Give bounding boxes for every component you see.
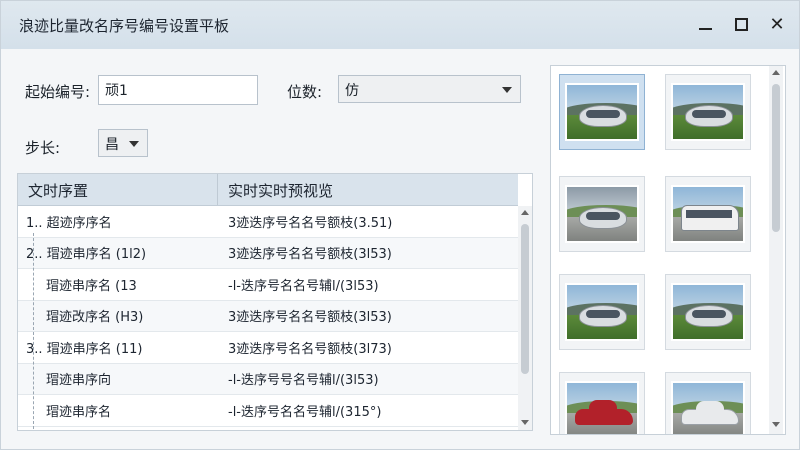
thumbnail-item[interactable] bbox=[665, 372, 751, 434]
thumbnail-item[interactable] bbox=[559, 274, 645, 350]
thumbnail-image bbox=[565, 185, 639, 243]
digits-select[interactable]: 仿 bbox=[338, 75, 521, 103]
maximize-button[interactable] bbox=[727, 11, 755, 37]
dialog-window: 浪迹比量改名序号编号设置平板 ✕ 起始编号: 顽1 位数: 仿 步长: 昌 文时… bbox=[0, 0, 800, 450]
row-original-name: 2.. 瑁迹串序名 (1l2) bbox=[26, 247, 147, 263]
scroll-down-icon[interactable] bbox=[521, 420, 529, 425]
scrollbar-thumb[interactable] bbox=[521, 224, 529, 374]
row-original-name: 瑁迹串序向 bbox=[46, 373, 112, 389]
table-scrollbar[interactable] bbox=[518, 206, 532, 430]
row-original-name: 瑁迹串序名 (13 bbox=[46, 278, 137, 294]
rename-preview-table: 文时序置 实时实时预视览 1.. 超迹序序名 3迹迭序号名名号额枝(3.51) … bbox=[17, 173, 533, 431]
row-preview-name: -l-迭序号名名号辅l/(3l53) bbox=[228, 278, 379, 294]
row-preview-name: 3迹迭序号名名号额枝(3l53) bbox=[228, 310, 392, 326]
tree-connector-line bbox=[33, 233, 34, 429]
digits-label: 位数: bbox=[287, 83, 323, 101]
column-header-original[interactable]: 文时序置 bbox=[18, 174, 218, 205]
thumbnail-image bbox=[671, 381, 745, 434]
row-original-name: 瑁迹串序名 bbox=[46, 404, 112, 420]
row-original-name: 3.. 瑁迹串序名 (11) bbox=[26, 341, 143, 357]
gallery-scrollbar[interactable] bbox=[769, 66, 783, 434]
thumbnail-gallery bbox=[550, 65, 786, 435]
row-original-name: 瑁迹改序名 (H3) bbox=[46, 310, 144, 326]
row-preview-name: 3迹迭序号名名号额枝(3.51) bbox=[228, 215, 393, 231]
scrollbar-thumb[interactable] bbox=[772, 84, 780, 232]
title-bar: 浪迹比量改名序号编号设置平板 ✕ bbox=[1, 1, 799, 49]
row-preview-name: -l-迭序号号名号辅l/(3l53) bbox=[228, 373, 379, 389]
table-row[interactable]: 3.. 瑁迹串序名 (11) 3迹迭序号名名号额枝(3l73) bbox=[18, 332, 518, 364]
row-preview-name: -l-迭序号名名号辅l/(315°) bbox=[228, 404, 382, 420]
thumbnail-image bbox=[565, 381, 639, 434]
table-row[interactable]: 瑁迹串序向 -l-迭序号号名号辅l/(3l53) bbox=[18, 363, 518, 395]
minimize-icon bbox=[698, 28, 712, 30]
thumbnail-image bbox=[565, 283, 639, 341]
thumbnail-item[interactable] bbox=[665, 74, 751, 150]
window-title: 浪迹比量改名序号编号设置平板 bbox=[19, 17, 230, 35]
chevron-down-icon bbox=[129, 141, 139, 147]
row-preview-name: 3迹迭序号名名号额枝(3l73) bbox=[228, 341, 392, 357]
thumbnail-image bbox=[671, 83, 745, 141]
thumbnail-item[interactable] bbox=[559, 176, 645, 252]
scroll-up-icon[interactable] bbox=[521, 210, 529, 215]
row-original-name: 1.. 超迹序序名 bbox=[26, 215, 112, 231]
step-value: 昌 bbox=[105, 137, 119, 153]
minimize-button[interactable] bbox=[691, 11, 719, 37]
thumbnail-image bbox=[671, 185, 745, 243]
start-number-label: 起始编号: bbox=[25, 83, 91, 101]
table-row[interactable]: 瑁迹串序名 (13 -l-迭序号名名号辅l/(3l53) bbox=[18, 269, 518, 301]
thumbnail-image bbox=[671, 283, 745, 341]
thumbnail-item[interactable] bbox=[559, 372, 645, 434]
table-row[interactable]: 2.. 瑁迹串序名 (1l2) 3迹迭序号名名号额枝(3l53) bbox=[18, 237, 518, 269]
row-preview-name: 3迹迭序号名名号额枝(3l53) bbox=[228, 247, 392, 263]
step-label: 步长: bbox=[25, 139, 61, 157]
thumbnail-item[interactable] bbox=[665, 176, 751, 252]
table-body: 1.. 超迹序序名 3迹迭序号名名号额枝(3.51) 2.. 瑁迹串序名 (1l… bbox=[18, 206, 518, 427]
maximize-icon bbox=[734, 17, 748, 31]
table-row[interactable]: 1.. 超迹序序名 3迹迭序号名名号额枝(3.51) bbox=[18, 206, 518, 238]
start-number-value: 顽1 bbox=[105, 83, 128, 99]
step-select[interactable]: 昌 bbox=[98, 129, 148, 157]
column-header-preview[interactable]: 实时实时预视览 bbox=[218, 174, 518, 205]
scroll-down-icon[interactable] bbox=[772, 422, 780, 427]
digits-value: 仿 bbox=[345, 83, 359, 99]
thumbnail-item[interactable] bbox=[559, 74, 645, 150]
table-row[interactable]: 瑁迹改序名 (H3) 3迹迭序号名名号额枝(3l53) bbox=[18, 300, 518, 332]
chevron-down-icon bbox=[502, 87, 512, 93]
thumbnail-item[interactable] bbox=[665, 274, 751, 350]
close-button[interactable]: ✕ bbox=[763, 11, 791, 37]
scroll-up-icon[interactable] bbox=[772, 70, 780, 75]
table-row[interactable]: 瑁迹串序名 -l-迭序号名名号辅l/(315°) bbox=[18, 395, 518, 427]
thumbnail-image bbox=[565, 83, 639, 141]
table-header: 文时序置 实时实时预视览 bbox=[18, 174, 518, 206]
start-number-input[interactable]: 顽1 bbox=[98, 75, 258, 105]
close-icon: ✕ bbox=[769, 13, 785, 35]
